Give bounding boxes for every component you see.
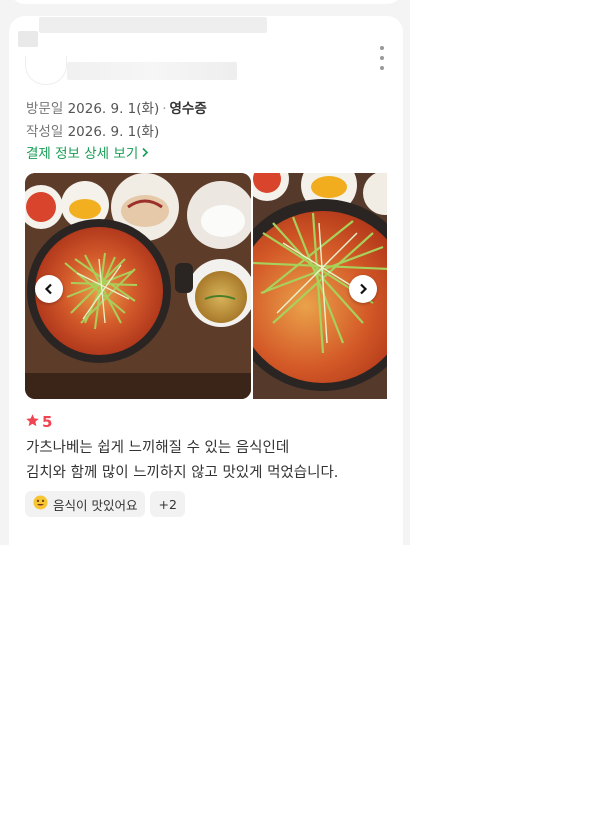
tag-label: 음식이 맛있어요 bbox=[53, 497, 138, 513]
blurred-reviewer-name bbox=[39, 17, 267, 33]
written-date-line: 작성일 2026. 9. 1(화) bbox=[26, 120, 159, 140]
previous-review-card bbox=[9, 0, 403, 4]
review-text-line: 가츠나베는 쉽게 느끼해질 수 있는 음식인데 bbox=[26, 440, 290, 456]
smiling-face-icon bbox=[33, 495, 48, 513]
tag-more-count[interactable]: +2 bbox=[150, 491, 185, 517]
review-body: 가츠나베는 쉽게 느끼해질 수 있는 음식인데 김치와 함께 많이 느끼하지 않… bbox=[26, 436, 338, 486]
carousel-prev-button[interactable] bbox=[35, 275, 63, 303]
more-dot-icon bbox=[380, 56, 384, 60]
blurred-reviewer-detail bbox=[18, 31, 38, 47]
star-icon bbox=[25, 413, 40, 432]
card-bottom-edge bbox=[9, 541, 403, 545]
keyword-tags: 음식이 맛있어요 +2 bbox=[25, 491, 185, 517]
more-options-button[interactable] bbox=[375, 46, 389, 70]
star-rating: 5 bbox=[25, 412, 52, 432]
tag-more-label: +2 bbox=[158, 496, 177, 512]
payment-details-label: 결제 정보 상세 보기 bbox=[26, 146, 139, 162]
photo-carousel[interactable] bbox=[25, 173, 387, 399]
avatar[interactable] bbox=[25, 56, 67, 85]
receipt-badge: 영수증 bbox=[169, 101, 207, 117]
visit-separator: · bbox=[162, 101, 167, 117]
visit-date-label: 방문일 bbox=[26, 101, 64, 117]
more-dot-icon bbox=[380, 46, 384, 50]
blurred-reviewer-meta bbox=[67, 62, 237, 80]
review-card: 방문일 2026. 9. 1(화) · 영수증 작성일 2026. 9. 1(화) … bbox=[9, 16, 403, 556]
tag-delicious-food[interactable]: 음식이 맛있어요 bbox=[25, 491, 146, 517]
rating-value: 5 bbox=[42, 413, 53, 431]
visit-date-value: 2026. 9. 1(화) bbox=[67, 101, 160, 117]
review-text-line: 김치와 함께 많이 느끼하지 않고 맛있게 먹었습니다. bbox=[26, 465, 339, 481]
chevron-right-icon bbox=[360, 283, 368, 295]
written-date-value: 2026. 9. 1(화) bbox=[67, 124, 160, 140]
more-dot-icon bbox=[380, 66, 384, 70]
written-date-label: 작성일 bbox=[26, 124, 64, 140]
payment-details-link[interactable]: 결제 정보 상세 보기 bbox=[26, 142, 149, 162]
carousel-next-button[interactable] bbox=[349, 275, 377, 303]
chevron-left-icon bbox=[44, 283, 52, 295]
chevron-right-icon bbox=[141, 147, 149, 162]
visit-date-line: 방문일 2026. 9. 1(화) · 영수증 bbox=[26, 97, 207, 117]
